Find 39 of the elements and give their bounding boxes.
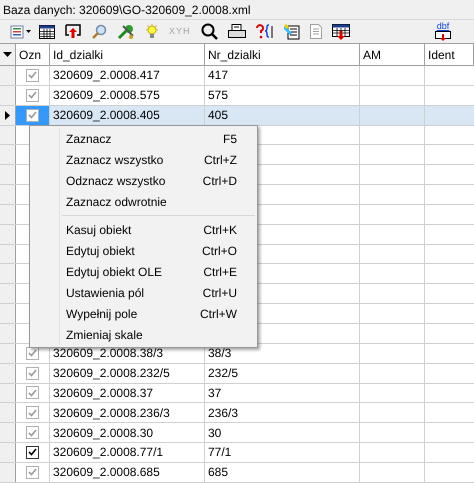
table-cell-text: 320609_2.0008.232/5 xyxy=(53,365,170,382)
menu-item-label: Ustawienia pól xyxy=(66,284,146,302)
table-cell-text: 320609_2.0008.405 xyxy=(53,107,160,124)
menu-item-label: Zaznacz wszystko xyxy=(66,152,164,168)
table-cell-text: 320609_2.0008.417 xyxy=(53,67,160,84)
table-cell-text: 77/1 xyxy=(208,444,232,462)
shortcut-label: Ctrl+O xyxy=(202,242,237,260)
menu-item-label: Edytuj obiekt OLE xyxy=(66,264,164,280)
table-cell-text: 417 xyxy=(208,67,228,84)
shortcut-label: Ctrl+W xyxy=(200,306,237,322)
menu-item-label: Zmieniaj skale xyxy=(66,326,144,344)
table-cell-text: 320609_2.0008.77/1 xyxy=(53,444,164,462)
window-title: Baza danych: 320609\GO-320609_2.0008.xml xyxy=(0,0,474,20)
shortcut-label: Ctrl+E xyxy=(203,264,237,280)
table-cell-text: 685 xyxy=(208,464,228,482)
shortcut-label: Ctrl+Z xyxy=(204,152,237,168)
menu-item-label: Zaznacz xyxy=(66,130,112,148)
table-cell-text: 320609_2.0008.38/3 xyxy=(53,345,164,362)
table-cell-text: 405 xyxy=(208,107,228,124)
shortcut-label: Ctrl+U xyxy=(202,284,237,302)
table-cell-text: 232/5 xyxy=(208,365,238,382)
table-cell-text: 320609_2.0008.30 xyxy=(53,424,154,442)
table-cell-text: 320609_2.0008.685 xyxy=(53,464,160,482)
shortcut-label: Ctrl+K xyxy=(203,222,237,238)
menu-item-label: Odznacz wszystko xyxy=(66,172,166,190)
table-cell-text: 30 xyxy=(208,424,222,442)
menu-item-label: Zaznacz odwrotnie xyxy=(66,194,168,210)
menu-item-label: Wypełnij pole xyxy=(66,306,138,322)
table-cell-text: 575 xyxy=(208,87,228,104)
table-cell-text: 37 xyxy=(208,384,222,402)
table-cell-text: 320609_2.0008.37 xyxy=(53,384,154,402)
table-cell-text: 320609_2.0008.236/3 xyxy=(53,404,170,422)
table-cell-text: 38/3 xyxy=(208,345,232,362)
table-cell-text: 320609_2.0008.575 xyxy=(53,87,160,104)
shortcut-label: Ctrl+D xyxy=(202,172,237,190)
shortcut-label: F5 xyxy=(222,130,237,148)
menu-item-label: Edytuj obiekt xyxy=(66,242,136,260)
menu-item-label: Kasuj obiekt xyxy=(66,222,132,238)
table-cell-text: 236/3 xyxy=(208,404,238,422)
